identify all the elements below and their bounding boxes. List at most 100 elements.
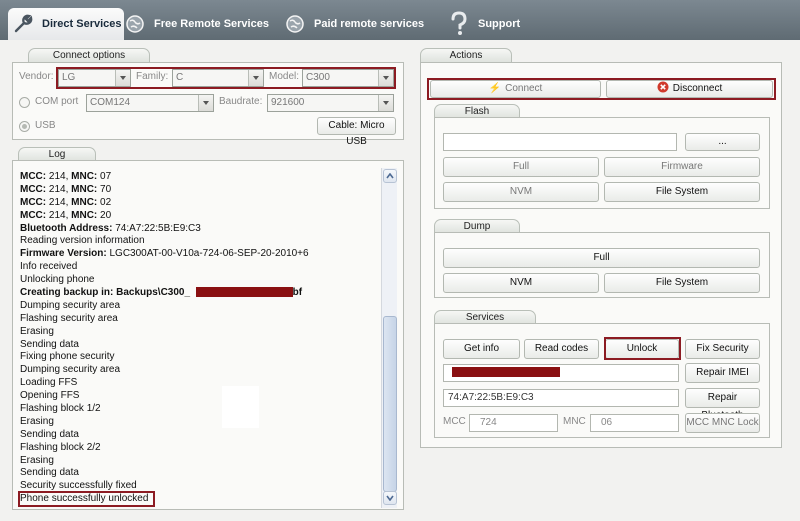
mcc-mnc-lock-button[interactable]: MCC MNC Lock — [685, 413, 760, 433]
log-text: MNC: — [71, 171, 98, 182]
log-text: Fixing phone security — [20, 351, 115, 363]
log-text: 07 — [97, 171, 112, 182]
scroll-up-button[interactable] — [383, 169, 397, 183]
log-text: Erasing — [20, 415, 54, 427]
mnc-label: MNC — [563, 416, 586, 427]
chevron-down-icon — [198, 95, 213, 111]
globe-icon — [284, 13, 306, 35]
usb-label: USB — [35, 120, 56, 131]
log-line: Sending data — [20, 339, 380, 352]
log-text: 214, — [46, 196, 72, 208]
tab-label: Free Remote Services — [154, 18, 269, 30]
log-text: Erasing — [20, 454, 54, 466]
log-text: 214, — [46, 183, 72, 195]
log-scrollbar[interactable] — [381, 168, 397, 508]
flash-filesystem-button[interactable]: File System — [604, 182, 760, 202]
log-text: LGC300AT-00-V10a-724-06-SEP-20-2010+6 — [106, 248, 309, 260]
log-line: Unlocking phone — [20, 274, 380, 287]
log-text: MNC: — [71, 209, 98, 221]
scroll-thumb[interactable] — [383, 316, 397, 492]
dump-nvm-button[interactable]: NVM — [443, 273, 599, 293]
log-line: Reading version information — [20, 235, 380, 248]
get-info-button[interactable]: Get info — [443, 339, 520, 359]
connect-options-header: Connect options — [28, 48, 150, 62]
log-text: 02 — [97, 196, 112, 208]
log-text: Reading version information — [20, 235, 145, 247]
mnc-field[interactable]: 06 — [590, 414, 679, 432]
log-line: Loading FFS — [20, 377, 380, 390]
log-text: Loading FFS — [20, 377, 78, 389]
log-text: MCC: — [20, 171, 47, 182]
log-text: MNC: — [71, 196, 98, 208]
log-text: Security successfully fixed — [20, 480, 137, 492]
flash-firmware-button[interactable]: Firmware — [604, 157, 760, 177]
tab-label: Paid remote services — [314, 18, 425, 30]
tab-direct-services[interactable]: Direct Services — [8, 8, 124, 40]
log-line: Dumping security area — [20, 364, 380, 377]
log-text: Sending data — [20, 338, 79, 350]
browse-button[interactable]: ... — [685, 133, 760, 151]
wrench-icon — [12, 13, 34, 35]
mcc-label: MCC — [443, 416, 466, 427]
log-text: 74:A7:22:5B:E9:C3 — [112, 222, 201, 234]
repair-imei-button[interactable]: Repair IMEI — [685, 363, 760, 383]
baudrate-value: 921600 — [271, 97, 305, 108]
unlock-button-highlight — [604, 337, 681, 360]
com-port-select[interactable]: COM124 — [86, 94, 214, 112]
scroll-down-button[interactable] — [383, 491, 397, 505]
dump-header: Dump — [434, 219, 520, 233]
log-line: Dumping security area — [20, 300, 380, 313]
chevron-down-icon — [378, 95, 393, 111]
log-line: Sending data — [20, 467, 380, 480]
log-list: MCC: 214, MNC: 07 MCC: 214, MNC: 70 MCC: 2… — [20, 171, 380, 506]
baudrate-label: Baudrate: — [219, 96, 263, 107]
log-line: Info received — [20, 261, 380, 274]
log-text: 214, — [46, 171, 72, 182]
log-text: 70 — [97, 183, 112, 195]
dump-full-button[interactable]: Full — [443, 248, 760, 268]
flash-file-path-field[interactable] — [443, 133, 677, 151]
flash-nvm-button[interactable]: NVM — [443, 182, 599, 202]
log-text: 214, — [46, 209, 72, 221]
log-text: Opening FFS — [20, 390, 80, 402]
flash-full-button[interactable]: Full — [443, 157, 599, 177]
mcc-field[interactable]: 724 — [469, 414, 558, 432]
globe-icon — [124, 13, 146, 35]
chevron-up-icon — [386, 173, 394, 179]
log-text: Sending data — [20, 428, 79, 440]
tab-support[interactable]: Support — [448, 8, 520, 40]
log-text: Dumping security area — [20, 364, 121, 376]
log-line: Opening FFS — [20, 390, 380, 403]
top-tab-bar: Direct Services Free Remote Services Pai… — [0, 0, 800, 40]
log-text: MNC: — [71, 183, 98, 195]
log-text: Flashing security area — [20, 312, 118, 324]
cable-micro-usb-button[interactable]: Cable: Micro USB — [317, 117, 396, 147]
com-port-radio[interactable] — [19, 97, 30, 108]
log-line: Sending data — [20, 429, 380, 442]
actions-header: Actions — [420, 48, 512, 62]
services-header: Services — [434, 310, 536, 324]
log-line: Flashing block 2/2 — [20, 442, 380, 455]
log-line: Bluetooth Address: 74:A7:22:5B:E9:C3 — [20, 223, 380, 236]
log-header: Log — [18, 147, 96, 161]
tab-paid-remote-services[interactable]: Paid remote services — [284, 8, 424, 40]
flash-header: Flash — [434, 104, 520, 118]
dump-filesystem-button[interactable]: File System — [604, 273, 760, 293]
com-port-value: COM124 — [90, 97, 131, 108]
log-line: Flashing security area — [20, 313, 380, 326]
fix-security-button[interactable]: Fix Security — [685, 339, 760, 359]
repair-bluetooth-button[interactable]: Repair Bluetooth — [685, 388, 760, 421]
log-text: Dumping security area — [20, 299, 121, 311]
log-line: MCC: 214, MNC: 02 — [20, 197, 380, 210]
log-line: MCC: 214, MNC: 20 — [20, 210, 380, 223]
log-line: Flashing block 1/2 — [20, 403, 380, 416]
tab-free-remote-services[interactable]: Free Remote Services — [124, 8, 269, 40]
read-codes-button[interactable]: Read codes — [524, 339, 599, 359]
log-text: Erasing — [20, 325, 54, 337]
redacted-imei-bar — [452, 367, 560, 377]
log-text: Flashing block 1/2 — [20, 403, 101, 415]
usb-radio[interactable] — [19, 121, 30, 132]
bluetooth-address-field[interactable]: 74:A7:22:5B:E9:C3 — [443, 389, 679, 407]
baudrate-select[interactable]: 921600 — [267, 94, 394, 112]
redacted-serial-bar — [196, 287, 293, 297]
